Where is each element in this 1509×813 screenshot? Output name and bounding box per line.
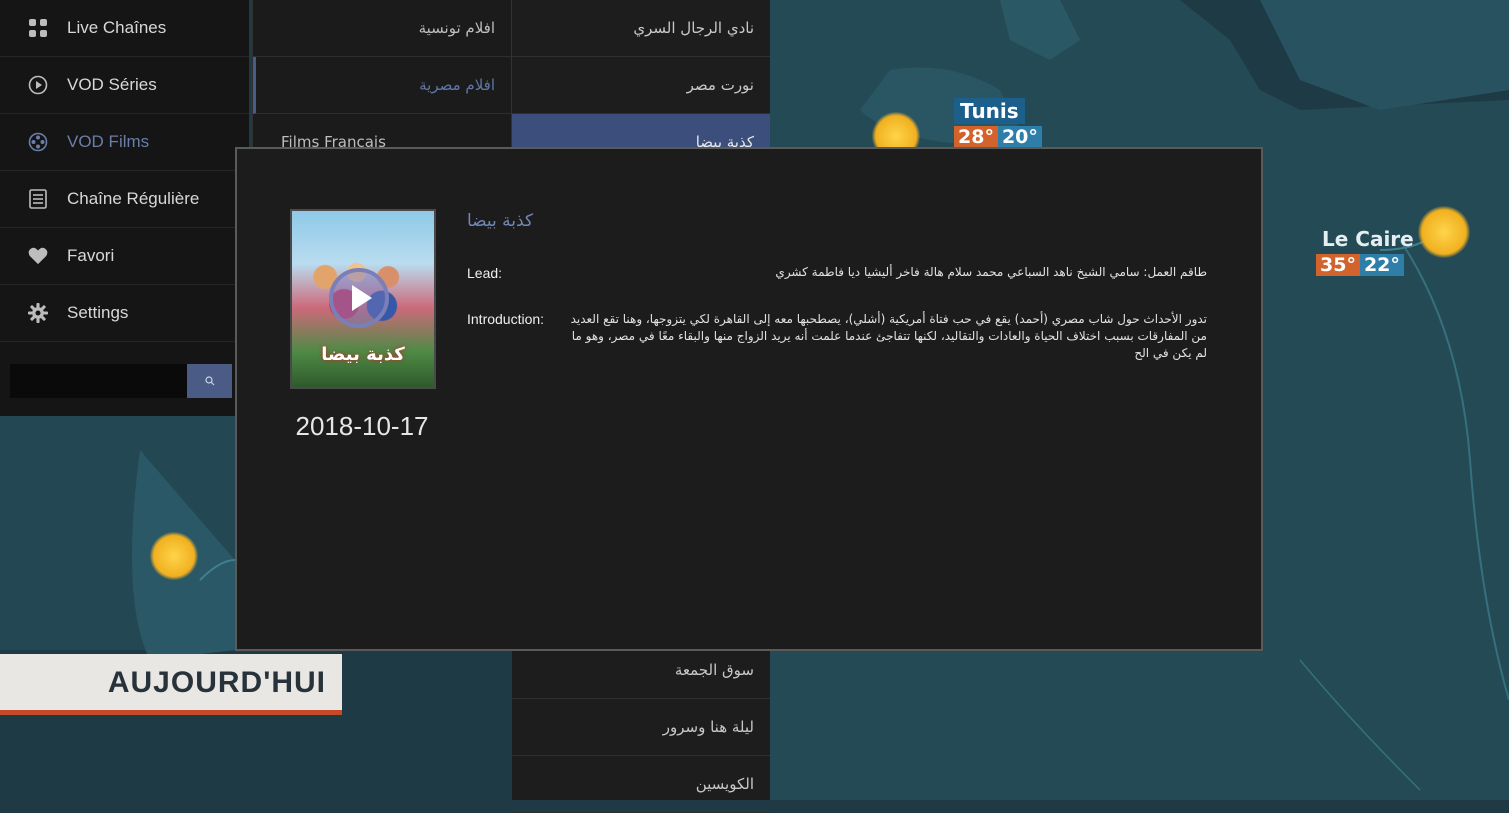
temp-low: 22° (1359, 254, 1404, 276)
search-icon (204, 376, 214, 386)
sidebar-item-live-chaines[interactable]: Live Chaînes (0, 0, 249, 57)
banner-accent-bar (0, 710, 342, 715)
film-detail-dialog: كذبة بيضا 2018-10-17 كذبة بيضا Lead: طاق… (235, 147, 1263, 651)
introduction-label: Introduction: (467, 311, 545, 327)
film-reel-icon (28, 132, 48, 152)
sidebar-item-settings[interactable]: Settings (0, 285, 249, 342)
grid-icon (28, 18, 48, 38)
sidebar-item-label: VOD Séries (67, 75, 157, 94)
film-item[interactable]: ليلة هنا وسرور (512, 699, 770, 756)
play-circle-icon (28, 75, 48, 95)
sidebar-item-label: Live Chaînes (67, 18, 167, 37)
film-item[interactable]: نادي الرجال السري (512, 0, 770, 57)
city-name: Le Caire (1322, 227, 1414, 251)
temp-high: 28° (954, 126, 998, 148)
sidebar-item-label: Chaîne Régulière (67, 189, 200, 208)
play-icon[interactable] (328, 267, 390, 329)
sidebar-item-favori[interactable]: Favori (0, 228, 249, 285)
aujourdhui-banner: AUJOURD'HUI (0, 654, 342, 712)
sun-weather-icon (1418, 206, 1470, 258)
sidebar-item-label: Settings (67, 303, 129, 322)
sun-weather-icon (150, 532, 198, 580)
temp-high: 35° (1316, 254, 1360, 276)
lead-value: طاقم العمل: سامي الشيخ ناهد السباعي محمد… (775, 265, 1207, 279)
film-title: كذبة بيضا (467, 211, 534, 231)
search-bar (10, 364, 232, 398)
film-item[interactable]: نورت مصر (512, 57, 770, 114)
introduction-value: تدور الأحداث حول شاب مصري (أحمد) يقع في … (570, 312, 1207, 360)
category-item[interactable]: افلام تونسية (253, 0, 511, 57)
poster-title: كذبة بيضا (321, 344, 405, 365)
city-label-tunis: Tunis 28° 20° (954, 98, 1042, 148)
temp-low: 20° (997, 126, 1042, 148)
sidebar-item-vod-films[interactable]: VOD Films (0, 114, 249, 171)
document-list-icon (28, 189, 48, 209)
sidebar-item-label: VOD Films (67, 132, 150, 151)
sidebar-item-vod-series[interactable]: VOD Séries (0, 57, 249, 114)
sidebar-item-label: Favori (67, 246, 115, 265)
category-item[interactable]: افلام مصرية (253, 57, 511, 114)
search-button[interactable] (187, 364, 232, 398)
gear-icon (28, 303, 48, 323)
city-label-le-caire: Le Caire 35° 22° (1316, 226, 1420, 276)
lead-label: Lead: (467, 265, 503, 281)
release-date: 2018-10-17 (295, 411, 429, 441)
heart-icon (28, 246, 48, 266)
sidebar: Live Chaînes VOD Séries VOD Films Chaîne… (0, 0, 249, 416)
search-input[interactable] (10, 364, 187, 398)
city-name: Tunis (954, 98, 1025, 124)
sidebar-item-chaine-reguliere[interactable]: Chaîne Régulière (0, 171, 249, 228)
film-item[interactable]: الكويسين (512, 756, 770, 813)
